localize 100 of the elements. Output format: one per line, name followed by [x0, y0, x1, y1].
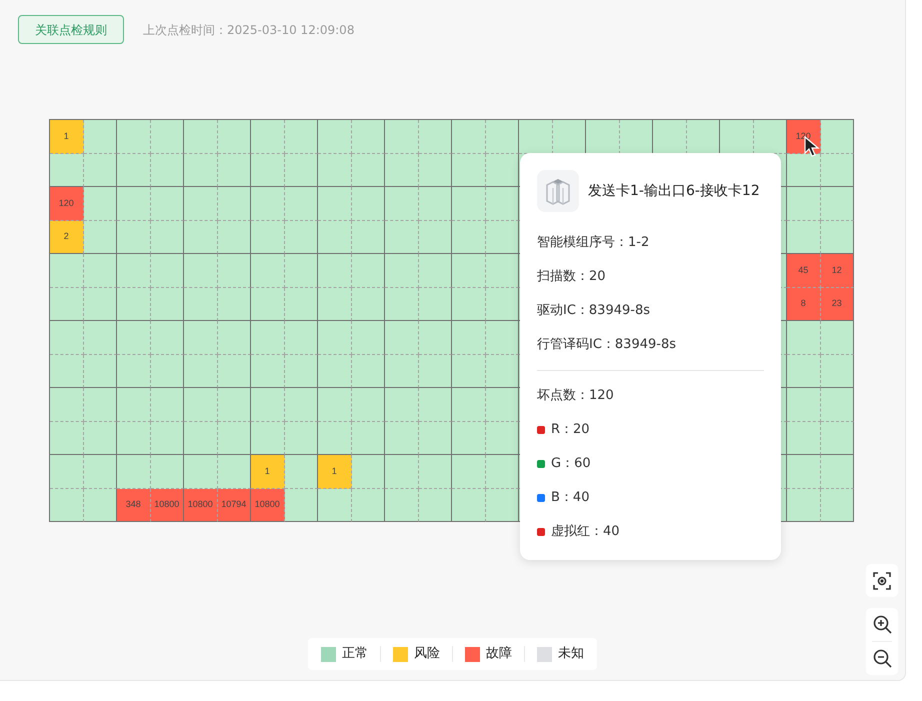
- grid-cell[interactable]: [218, 455, 251, 488]
- grid-cell[interactable]: [184, 220, 218, 254]
- grid-cell[interactable]: [251, 321, 284, 354]
- grid-cell[interactable]: [452, 154, 486, 187]
- grid-cell[interactable]: [150, 388, 184, 422]
- grid-cell[interactable]: [686, 120, 720, 154]
- grid-cell[interactable]: [150, 187, 184, 220]
- grid-cell[interactable]: [50, 488, 84, 522]
- grid-cell[interactable]: [50, 455, 84, 488]
- grid-cell[interactable]: [117, 388, 150, 422]
- grid-cell[interactable]: [418, 220, 452, 254]
- grid-cell[interactable]: [84, 354, 117, 388]
- grid-cell[interactable]: [418, 321, 452, 354]
- grid-cell[interactable]: [486, 120, 519, 154]
- grid-cell[interactable]: [318, 254, 352, 288]
- grid-cell[interactable]: [284, 187, 318, 220]
- grid-cell[interactable]: [117, 422, 150, 455]
- grid-cell[interactable]: [418, 488, 452, 522]
- grid-cell[interactable]: [452, 187, 486, 220]
- grid-cell[interactable]: [385, 187, 418, 220]
- grid-cell[interactable]: [486, 455, 519, 488]
- grid-cell[interactable]: [50, 422, 84, 455]
- grid-cell[interactable]: 10794: [218, 488, 251, 522]
- grid-cell[interactable]: [218, 187, 251, 220]
- grid-cell[interactable]: [50, 154, 84, 187]
- grid-cell[interactable]: [820, 120, 854, 154]
- grid-cell[interactable]: [318, 154, 352, 187]
- grid-cell[interactable]: [318, 422, 352, 455]
- grid-cell[interactable]: [84, 422, 117, 455]
- grid-cell[interactable]: [452, 455, 486, 488]
- grid-cell[interactable]: 10800: [184, 488, 218, 522]
- grid-cell[interactable]: [318, 120, 352, 154]
- grid-cell[interactable]: [385, 288, 418, 321]
- grid-cell[interactable]: [352, 388, 385, 422]
- grid-cell[interactable]: [418, 288, 452, 321]
- grid-cell[interactable]: 23: [820, 288, 854, 321]
- grid-cell[interactable]: [787, 455, 820, 488]
- grid-cell[interactable]: [486, 154, 519, 187]
- grid-cell[interactable]: [452, 254, 486, 288]
- grid-cell[interactable]: [820, 187, 854, 220]
- grid-cell[interactable]: [150, 154, 184, 187]
- grid-cell[interactable]: [218, 120, 251, 154]
- grid-cell[interactable]: [552, 120, 586, 154]
- grid-cell[interactable]: [452, 388, 486, 422]
- grid-cell[interactable]: [251, 220, 284, 254]
- grid-cell[interactable]: [218, 154, 251, 187]
- grid-cell[interactable]: 120: [50, 187, 84, 220]
- grid-cell[interactable]: [84, 321, 117, 354]
- grid-cell[interactable]: [486, 488, 519, 522]
- grid-cell[interactable]: [117, 455, 150, 488]
- grid-cell[interactable]: [84, 154, 117, 187]
- grid-cell[interactable]: [117, 220, 150, 254]
- grid-cell[interactable]: [318, 187, 352, 220]
- grid-cell[interactable]: [318, 321, 352, 354]
- grid-cell[interactable]: [352, 220, 385, 254]
- grid-cell[interactable]: [251, 422, 284, 455]
- grid-cell[interactable]: [352, 254, 385, 288]
- grid-cell[interactable]: [787, 154, 820, 187]
- grid-cell[interactable]: [787, 488, 820, 522]
- grid-cell[interactable]: [452, 488, 486, 522]
- grid-cell[interactable]: [218, 354, 251, 388]
- grid-cell[interactable]: [787, 187, 820, 220]
- grid-cell[interactable]: [385, 120, 418, 154]
- grid-cell[interactable]: [385, 422, 418, 455]
- grid-cell[interactable]: [418, 455, 452, 488]
- grid-cell[interactable]: 8: [787, 288, 820, 321]
- grid-cell[interactable]: 2: [50, 220, 84, 254]
- grid-cell[interactable]: [218, 220, 251, 254]
- grid-cell[interactable]: [84, 254, 117, 288]
- grid-cell[interactable]: [150, 321, 184, 354]
- grid-cell[interactable]: [820, 488, 854, 522]
- grid-cell[interactable]: [385, 154, 418, 187]
- grid-cell[interactable]: [418, 354, 452, 388]
- grid-cell[interactable]: [184, 187, 218, 220]
- grid-cell[interactable]: [84, 288, 117, 321]
- grid-cell[interactable]: 45: [787, 254, 820, 288]
- grid-cell[interactable]: [150, 455, 184, 488]
- grid-cell[interactable]: [452, 422, 486, 455]
- grid-cell[interactable]: [150, 422, 184, 455]
- grid-cell[interactable]: [150, 220, 184, 254]
- grid-cell[interactable]: [284, 422, 318, 455]
- grid-cell[interactable]: [352, 154, 385, 187]
- grid-cell[interactable]: [84, 488, 117, 522]
- focus-button[interactable]: [866, 564, 898, 597]
- grid-cell[interactable]: [117, 288, 150, 321]
- grid-cell[interactable]: [352, 455, 385, 488]
- grid-cell[interactable]: [820, 422, 854, 455]
- grid-cell[interactable]: [117, 321, 150, 354]
- grid-cell[interactable]: [452, 220, 486, 254]
- grid-cell[interactable]: [251, 354, 284, 388]
- grid-cell[interactable]: [84, 455, 117, 488]
- grid-cell[interactable]: [184, 388, 218, 422]
- grid-cell[interactable]: 12: [820, 254, 854, 288]
- grid-cell[interactable]: [486, 220, 519, 254]
- grid-cell[interactable]: [385, 354, 418, 388]
- grid-cell[interactable]: [820, 455, 854, 488]
- grid-cell[interactable]: [452, 120, 486, 154]
- grid-cell[interactable]: [50, 288, 84, 321]
- grid-cell[interactable]: [787, 220, 820, 254]
- grid-cell[interactable]: [84, 220, 117, 254]
